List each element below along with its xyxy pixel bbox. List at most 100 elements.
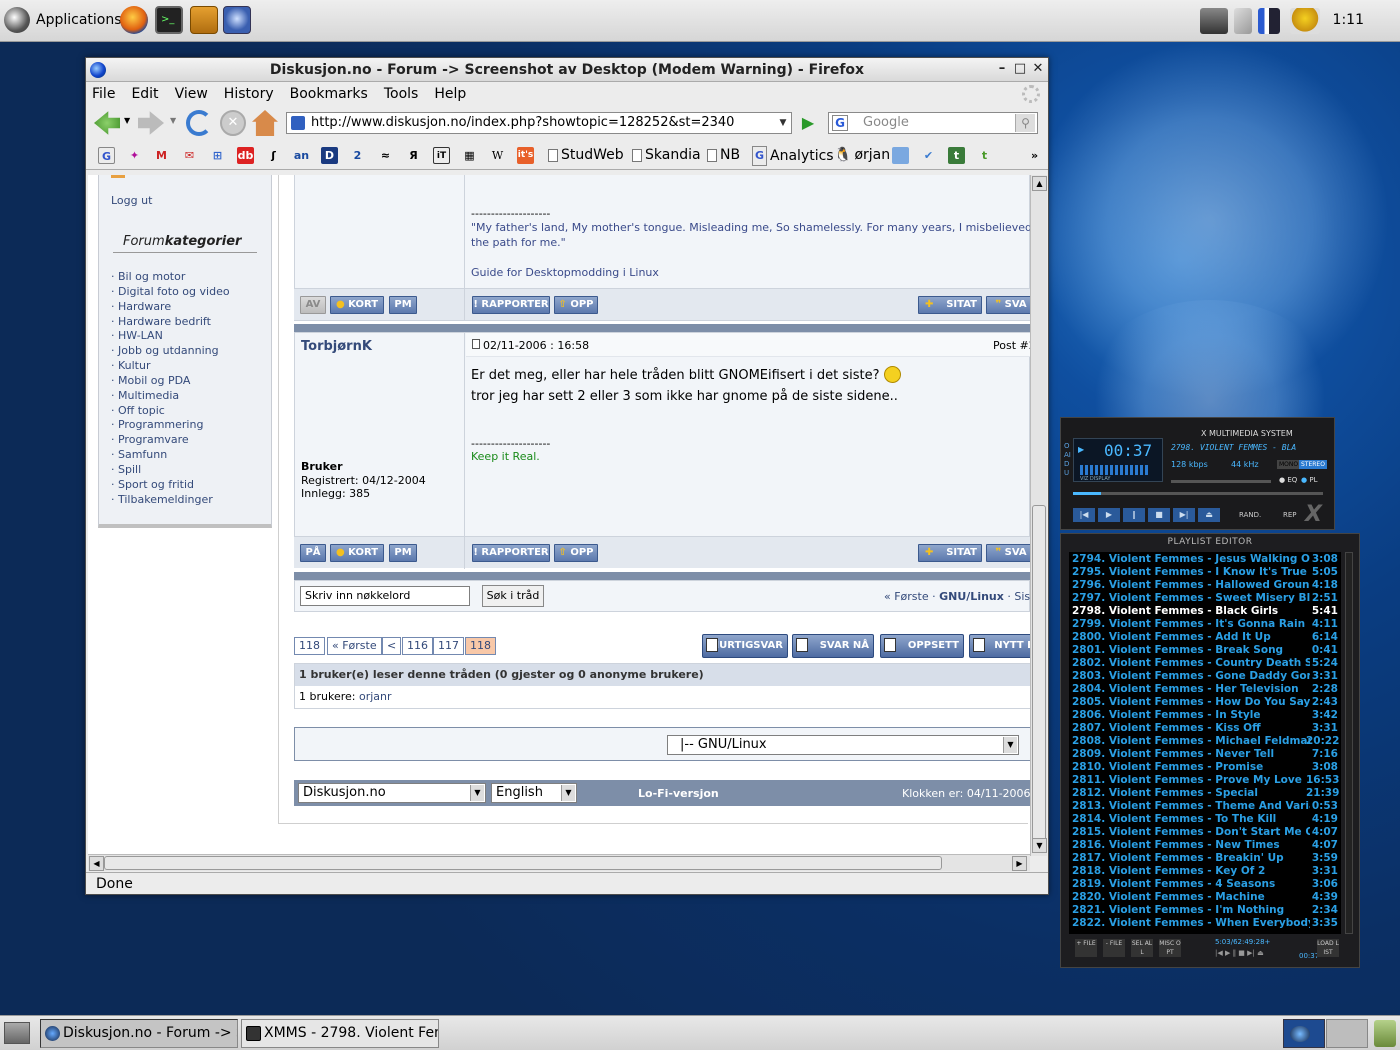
playlist-item[interactable]: 2811. Violent Femmes - Prove My Love 16:5…: [1072, 774, 1339, 787]
offline-button[interactable]: AV: [300, 296, 326, 314]
search-icon[interactable]: ⚲: [1015, 114, 1035, 132]
reply-now-button[interactable]: SVAR NÅ: [792, 634, 874, 658]
menu-help[interactable]: Help: [434, 86, 466, 102]
next-link[interactable]: Sis: [1014, 590, 1030, 603]
site-select[interactable]: Diskusjon.no ▼: [298, 783, 486, 803]
pl-toggle[interactable]: ● PL: [1301, 476, 1317, 484]
reply-button[interactable]: ❞ SVA: [986, 544, 1030, 562]
category-link[interactable]: · Bil og motor: [111, 270, 230, 285]
profile-button[interactable]: ● KORT: [330, 296, 384, 314]
bookmark-v-icon[interactable]: ✔: [920, 147, 937, 164]
bookmark-analytics[interactable]: G Analytics: [752, 146, 834, 166]
forward-history-icon[interactable]: ▼: [170, 116, 176, 125]
xmms-titlebar[interactable]: X MULTIMEDIA SYSTEM: [1201, 429, 1293, 438]
bookmark-its-icon[interactable]: it's: [517, 147, 534, 164]
vertical-scrollbar[interactable]: ▲ ▼: [1030, 175, 1047, 856]
scroll-down-icon[interactable]: ▼: [1032, 838, 1047, 853]
category-link[interactable]: · Kultur: [111, 359, 230, 374]
volume-slider[interactable]: [1171, 480, 1271, 483]
playlist-list[interactable]: 2794. Violent Femmes - Jesus Walking On …: [1069, 552, 1341, 934]
back-history-icon[interactable]: ▼: [124, 116, 130, 125]
play-icon[interactable]: ▶: [1098, 508, 1120, 522]
category-link[interactable]: · Off topic: [111, 404, 230, 419]
playlist-item[interactable]: 2818. Violent Femmes - Key Of 2 3:31: [1072, 865, 1338, 878]
category-link[interactable]: GNU/Linux: [939, 590, 1004, 603]
menu-tools[interactable]: Tools: [384, 86, 419, 102]
report-button[interactable]: ! RAPPORTER: [472, 296, 550, 314]
forum-jump-select[interactable]: |-- GNU/Linux ▼: [667, 735, 1019, 755]
terminal-icon[interactable]: >_: [155, 6, 183, 34]
bookmark-grid-icon[interactable]: ▦: [461, 147, 478, 164]
online-button[interactable]: PÅ: [300, 544, 326, 562]
quick-reply-button[interactable]: HURTIGSVAR: [702, 634, 788, 658]
clock[interactable]: 1:11: [1333, 12, 1364, 28]
stop-icon[interactable]: ✕: [220, 110, 246, 136]
prev-icon[interactable]: |◀: [1073, 508, 1095, 522]
horizontal-scrollbar[interactable]: ◀ ▶: [88, 854, 1030, 871]
bookmark-gmail-icon[interactable]: M: [153, 147, 170, 164]
menu-history[interactable]: History: [224, 86, 274, 102]
bookmark-it-icon[interactable]: iT: [433, 147, 450, 164]
bookmark-mail-icon[interactable]: ✉: [181, 147, 198, 164]
playlist-item-current[interactable]: 2798. Violent Femmes - Black Girls 5:41: [1072, 605, 1338, 618]
post-author[interactable]: TorbjørnK: [301, 339, 372, 354]
playlist-item[interactable]: 2797. Violent Femmes - Sweet Misery Blue…: [1072, 592, 1338, 605]
scroll-up-icon[interactable]: ▲: [1032, 176, 1047, 191]
playlist-item[interactable]: 2822. Violent Femmes - When Everybody's …: [1072, 917, 1338, 930]
taskbar-firefox[interactable]: Diskusjon.no - Forum -> S...: [40, 1019, 238, 1048]
bookmark-j-icon[interactable]: ʃ: [265, 147, 282, 164]
playlist-item[interactable]: 2806. Violent Femmes - In Style 3:42: [1072, 709, 1338, 722]
playlist-item[interactable]: 2803. Violent Femmes - Gone Daddy Gone 3:…: [1072, 670, 1338, 683]
maximize-icon[interactable]: □: [1012, 61, 1028, 77]
repeat-button[interactable]: REP: [1283, 511, 1297, 519]
playlist-item[interactable]: 2794. Violent Femmes - Jesus Walking On …: [1072, 553, 1338, 566]
reply-button[interactable]: ❞ SVA: [986, 296, 1030, 314]
playlist-item[interactable]: 2796. Violent Femmes - Hallowed Ground 4:…: [1072, 579, 1338, 592]
page-link-117[interactable]: 117: [433, 637, 464, 655]
scroll-left-icon[interactable]: ◀: [89, 856, 104, 871]
trash-icon[interactable]: [1374, 1020, 1396, 1047]
pause-icon[interactable]: ‖: [1123, 508, 1145, 522]
eject-icon[interactable]: ⏏: [1198, 508, 1220, 522]
category-link[interactable]: · Hardware bedrift: [111, 315, 230, 330]
playlist-add-button[interactable]: + FILE: [1075, 939, 1097, 957]
playlist-item[interactable]: 2819. Violent Femmes - 4 Seasons 3:06: [1072, 878, 1338, 891]
pm-button[interactable]: PM: [389, 296, 417, 314]
url-dropdown-icon[interactable]: ▼: [776, 113, 790, 133]
firefox-icon[interactable]: [120, 6, 148, 34]
category-link[interactable]: · Spill: [111, 463, 230, 478]
category-link[interactable]: · Mobil og PDA: [111, 374, 230, 389]
page-link-116[interactable]: 116: [402, 637, 433, 655]
workspace-switcher-2[interactable]: [1326, 1019, 1368, 1048]
bookmark-r-icon[interactable]: Я: [405, 147, 422, 164]
bookmark-y-icon[interactable]: [892, 147, 909, 164]
guide-link[interactable]: Guide for Desktopmodding i Linux: [471, 265, 659, 280]
playlist-remove-button[interactable]: - FILE: [1103, 939, 1125, 957]
bookmark-wave-icon[interactable]: ≈: [377, 147, 394, 164]
bookmark-nb[interactable]: NB: [707, 146, 740, 164]
playlist-item[interactable]: 2799. Violent Femmes - It's Gonna Rain 4:…: [1072, 618, 1338, 631]
playlist-item[interactable]: 2809. Violent Femmes - Never Tell 7:16: [1072, 748, 1338, 761]
taskbar-xmms[interactable]: XMMS - 2798. Violent Fem...: [241, 1019, 439, 1048]
bookmark-db-icon[interactable]: db: [237, 147, 254, 164]
next-icon[interactable]: ▶|: [1173, 508, 1195, 522]
google-engine-icon[interactable]: G: [832, 115, 848, 131]
first-link[interactable]: « Første: [884, 590, 929, 603]
playlist-load-button[interactable]: LOAD LIST: [1317, 939, 1339, 957]
bookmark-an-icon[interactable]: an: [293, 147, 310, 164]
stop-icon[interactable]: ■: [1148, 508, 1170, 522]
category-link[interactable]: · Multimedia: [111, 389, 230, 404]
bookmark-2-icon[interactable]: 2: [349, 147, 366, 164]
profile-button[interactable]: ● KORT: [330, 544, 384, 562]
volume-icon[interactable]: [1258, 8, 1280, 34]
top-button[interactable]: ⇧ OPP: [554, 544, 598, 562]
category-link[interactable]: · Samfunn: [111, 448, 230, 463]
playlist-item[interactable]: 2805. Violent Femmes - How Do You Say Go…: [1072, 696, 1338, 709]
bookmark-t-icon[interactable]: t: [948, 147, 965, 164]
logout-link[interactable]: Logg ut: [111, 194, 152, 207]
page-count[interactable]: 118: [294, 637, 325, 655]
seek-bar[interactable]: [1073, 492, 1323, 495]
playlist-misc-button[interactable]: MISC OPT: [1159, 939, 1181, 957]
playlist-transport[interactable]: |◀ ▶ ‖ ■ ▶| ⏏: [1215, 949, 1264, 957]
bookmark-wikipedia-icon[interactable]: W: [489, 147, 506, 164]
